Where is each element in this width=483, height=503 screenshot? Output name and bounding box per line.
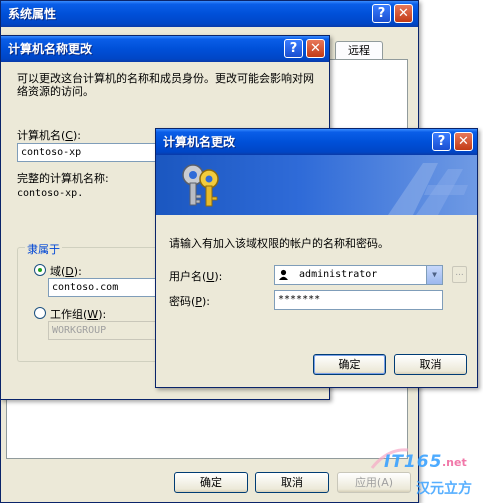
rename-description: 可以更改这台计算机的名称和成员身份。更改可能会影响对网络资源的访问。 bbox=[17, 72, 314, 98]
computer-name-label: 计算机名(C): bbox=[17, 129, 81, 142]
system-properties-titlebar: 系统属性 bbox=[1, 1, 418, 27]
close-icon[interactable]: ✕ bbox=[394, 4, 413, 23]
tab-remote[interactable]: 远程 bbox=[335, 41, 383, 59]
browse-button[interactable]: ... bbox=[452, 266, 467, 283]
member-of-label: 隶属于 bbox=[25, 241, 62, 257]
workgroup-label: 工作组(W): bbox=[50, 308, 107, 321]
full-name-value: contoso-xp. bbox=[17, 188, 84, 199]
cancel-button-label: 取消 bbox=[419, 358, 442, 371]
computer-name-field[interactable]: contoso-xp bbox=[17, 143, 167, 162]
credentials-dialog-titlebar: 计算机名更改 bbox=[156, 129, 477, 155]
username-label: 用户名(U): bbox=[169, 270, 223, 283]
password-value: ******* bbox=[278, 294, 321, 305]
ok-button-label: 确定 bbox=[338, 358, 361, 371]
credentials-dialog-title: 计算机名更改 bbox=[163, 135, 236, 149]
help-icon[interactable]: ? bbox=[284, 39, 303, 58]
keys-icon bbox=[182, 164, 219, 207]
ok-button[interactable]: 确定 bbox=[313, 354, 386, 375]
workgroup-field[interactable]: WORKGROUP bbox=[48, 321, 168, 340]
password-field[interactable]: ******* bbox=[274, 290, 443, 310]
cancel-button[interactable]: 取消 bbox=[394, 354, 467, 375]
browse-button-label: ... bbox=[455, 268, 464, 278]
rename-dialog-titlebar: 计算机名称更改 bbox=[1, 36, 329, 62]
system-properties-title: 系统属性 bbox=[8, 7, 57, 21]
help-icon[interactable]: ? bbox=[432, 132, 451, 151]
credentials-prompt: 请输入有加入该域权限的帐户的名称和密码。 bbox=[169, 237, 389, 250]
username-value: administrator bbox=[299, 269, 378, 280]
tab-remote-label: 远程 bbox=[348, 44, 370, 57]
domain-radio[interactable] bbox=[34, 264, 46, 276]
workgroup-radio[interactable] bbox=[34, 307, 46, 319]
credentials-banner bbox=[156, 155, 477, 215]
chevron-down-icon[interactable]: ▼ bbox=[426, 266, 442, 284]
password-label: 密码(P): bbox=[169, 295, 210, 308]
workgroup-value: WORKGROUP bbox=[52, 325, 107, 336]
user-icon bbox=[278, 269, 289, 280]
credentials-dialog: 计算机名更改 ? ✕ 请输入有加入该域权限的帐户的名称和密码。 用户名(U): … bbox=[155, 128, 478, 388]
ok-button[interactable]: 确定 bbox=[174, 472, 248, 493]
help-icon[interactable]: ? bbox=[372, 4, 391, 23]
ok-button-label: 确定 bbox=[200, 476, 222, 489]
cancel-button[interactable]: 取消 bbox=[255, 472, 329, 493]
watermark-logo: IT165 .net 汉元立方 bbox=[370, 446, 480, 501]
username-combobox[interactable]: administrator ▼ bbox=[274, 265, 443, 285]
domain-field[interactable]: contoso.com bbox=[48, 278, 168, 297]
cancel-button-label: 取消 bbox=[281, 476, 303, 489]
close-icon[interactable]: ✕ bbox=[454, 132, 473, 151]
banner-decoration-icon bbox=[388, 163, 468, 215]
full-name-label: 完整的计算机名称: bbox=[17, 172, 109, 185]
watermark-brand: IT165 bbox=[384, 452, 443, 472]
watermark-tagline: 汉元立方 bbox=[416, 481, 472, 497]
rename-dialog-title: 计算机名称更改 bbox=[8, 42, 93, 56]
close-icon[interactable]: ✕ bbox=[306, 39, 325, 58]
domain-value: contoso.com bbox=[52, 282, 119, 293]
computer-name-value: contoso-xp bbox=[21, 147, 82, 158]
watermark-domain: .net bbox=[442, 456, 467, 469]
domain-label: 域(D): bbox=[50, 265, 82, 278]
